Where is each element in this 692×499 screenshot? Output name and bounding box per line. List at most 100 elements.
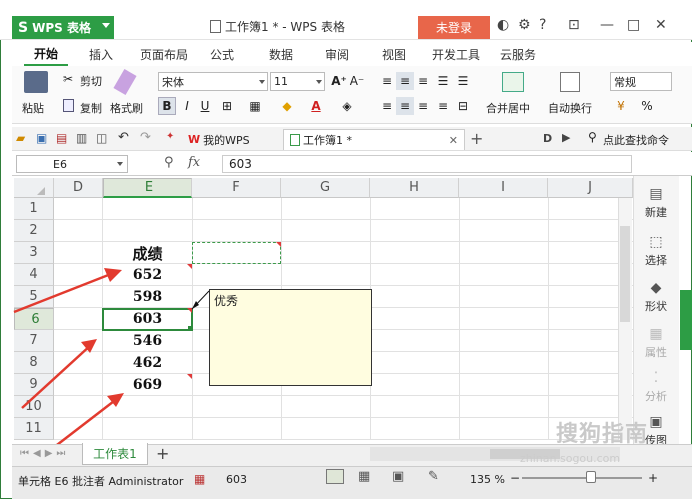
app-menu-button[interactable]: S WPS 表格 — [12, 16, 114, 39]
zoom-search-icon[interactable]: ⚲ — [164, 155, 174, 170]
page-layout-view-icon[interactable]: ▣ — [392, 469, 404, 484]
fill-handle[interactable] — [188, 326, 193, 331]
minimize-button[interactable]: — — [600, 17, 614, 33]
command-search[interactable]: 点此查找命令 — [603, 132, 669, 148]
tab-review[interactable]: 审阅 — [325, 42, 349, 66]
currency-icon[interactable]: ¥ — [612, 97, 630, 115]
italic-button[interactable]: I — [178, 97, 196, 115]
tab-page-layout[interactable]: 页面布局 — [140, 42, 188, 66]
align-middle-icon[interactable]: ≡ — [396, 72, 414, 90]
increase-font-icon[interactable]: A⁺ — [330, 72, 348, 90]
copy-icon[interactable] — [63, 99, 74, 112]
select-all-corner[interactable] — [14, 178, 54, 198]
cell-e4[interactable]: 652 — [103, 264, 192, 286]
justify-icon[interactable]: ≡ — [434, 97, 452, 115]
sidebar-item-new[interactable]: ▤ 新建 — [633, 186, 679, 220]
row-header[interactable]: 11 — [14, 418, 54, 440]
cell-e3-header[interactable]: 成绩 — [103, 242, 192, 264]
tab-formulas[interactable]: 公式 — [210, 42, 234, 66]
sheet-tab-1[interactable]: 工作表1 — [82, 443, 148, 465]
row-header-selected[interactable]: 6 — [14, 308, 54, 330]
underline-button[interactable]: U — [196, 97, 214, 115]
print-icon[interactable]: ▥ — [76, 131, 87, 145]
open-folder-icon[interactable]: ▰ — [16, 131, 25, 145]
tab-view[interactable]: 视图 — [382, 42, 406, 66]
restore-down-icon[interactable]: ⊡ — [568, 17, 580, 33]
settings-icon[interactable]: ⚙ — [518, 17, 531, 33]
maximize-button[interactable]: □ — [627, 17, 640, 33]
fill-border-icon[interactable]: ▦ — [246, 97, 264, 115]
row-header[interactable]: 5 — [14, 286, 54, 308]
row-header[interactable]: 4 — [14, 264, 54, 286]
tab-developer[interactable]: 开发工具 — [432, 42, 480, 66]
align-top-icon[interactable]: ≡ — [378, 72, 396, 90]
border-icon[interactable]: ⊞ — [218, 97, 236, 115]
row-header[interactable]: 3 — [14, 242, 54, 264]
outdent-icon[interactable]: ☰ — [454, 72, 472, 90]
tab-insert[interactable]: 插入 — [89, 42, 113, 66]
skin-icon[interactable]: ◐ — [497, 17, 509, 33]
page-break-view-icon[interactable]: ▦ — [358, 469, 370, 484]
tab-home[interactable]: 开始 — [24, 42, 68, 66]
name-box[interactable]: E6 — [16, 155, 128, 173]
save-icon[interactable]: ▣ — [36, 131, 47, 145]
sheet-nav-icon[interactable]: ⏮◀▶⏭ — [20, 448, 69, 459]
cell-e8[interactable]: 462 — [103, 352, 192, 374]
format-painter-button[interactable]: 格式刷 — [110, 100, 143, 116]
tab-workbook1[interactable]: 工作簿1 * ✕ — [283, 129, 465, 150]
sidebar-item-select[interactable]: ⬚ 选择 — [633, 234, 679, 268]
export-pdf-icon[interactable]: ▤ — [56, 131, 67, 145]
sidebar-item-properties[interactable]: ▦ 属性 — [633, 326, 679, 360]
indent-icon[interactable]: ☰ — [434, 72, 452, 90]
number-format-select[interactable]: 常规 — [610, 72, 672, 91]
fx-button[interactable]: fx — [188, 155, 200, 170]
row-header[interactable]: 2 — [14, 220, 54, 242]
fill-color-icon[interactable]: ◆ — [278, 97, 296, 115]
zoom-slider-track[interactable] — [522, 477, 642, 479]
row-header[interactable]: 1 — [14, 198, 54, 220]
align-bottom-icon[interactable]: ≡ — [414, 72, 432, 90]
cell-e5[interactable]: 598 — [103, 286, 192, 308]
align-left-icon[interactable]: ≡ — [378, 97, 396, 115]
undo-icon[interactable]: ↶ — [118, 130, 129, 145]
clear-format-icon[interactable]: ◈ — [338, 97, 356, 115]
decrease-font-icon[interactable]: A⁻ — [348, 72, 366, 90]
column-header-j[interactable]: J — [548, 178, 633, 198]
redo-icon[interactable]: ↷ — [140, 130, 151, 145]
row-header[interactable]: 8 — [14, 352, 54, 374]
copy-button[interactable]: 复制 — [80, 100, 102, 116]
align-center-icon[interactable]: ≡ — [396, 97, 414, 115]
font-name-select[interactable]: 宋体 — [158, 72, 268, 91]
customize-icon[interactable]: ✦ — [166, 131, 174, 142]
zoom-out-icon[interactable]: − — [510, 471, 520, 485]
tab-data[interactable]: 数据 — [269, 42, 293, 66]
paste-button[interactable]: 粘贴 — [22, 100, 44, 116]
font-color-icon[interactable]: A — [307, 97, 325, 115]
cell-e9[interactable]: 669 — [103, 374, 192, 396]
column-header-f[interactable]: F — [192, 178, 281, 198]
sidebar-item-analysis[interactable]: ⁚ 分析 — [633, 370, 679, 404]
wrap-text-icon[interactable] — [560, 72, 580, 92]
row-header[interactable]: 10 — [14, 396, 54, 418]
paste-icon[interactable] — [24, 71, 48, 93]
close-tab-icon[interactable]: ✕ — [449, 134, 458, 147]
print-preview-icon[interactable]: ◫ — [96, 131, 107, 145]
share-icon[interactable]: ▶ — [562, 131, 570, 144]
reading-mode-icon[interactable]: ✎ — [428, 469, 439, 484]
cut-button[interactable]: 剪切 — [80, 73, 102, 89]
distribute-icon[interactable]: ⊟ — [454, 97, 472, 115]
pane-toggle-handle[interactable] — [680, 290, 692, 350]
bold-button[interactable]: B — [158, 97, 176, 115]
tab-my-wps[interactable]: W 我的WPS — [188, 129, 250, 150]
add-sheet-button[interactable]: + — [156, 444, 169, 463]
new-tab-button[interactable]: + — [470, 129, 483, 148]
d-icon[interactable]: D — [543, 132, 552, 145]
login-button[interactable]: 未登录 — [418, 16, 490, 39]
row-header[interactable]: 7 — [14, 330, 54, 352]
comment-box[interactable]: 优秀 — [209, 289, 372, 386]
normal-view-icon[interactable] — [326, 469, 344, 484]
align-right-icon[interactable]: ≡ — [414, 97, 432, 115]
tab-cloud[interactable]: 云服务 — [500, 42, 536, 66]
scissors-icon[interactable]: ✂ — [63, 72, 73, 86]
wrap-text-button[interactable]: 自动换行 — [548, 100, 592, 116]
